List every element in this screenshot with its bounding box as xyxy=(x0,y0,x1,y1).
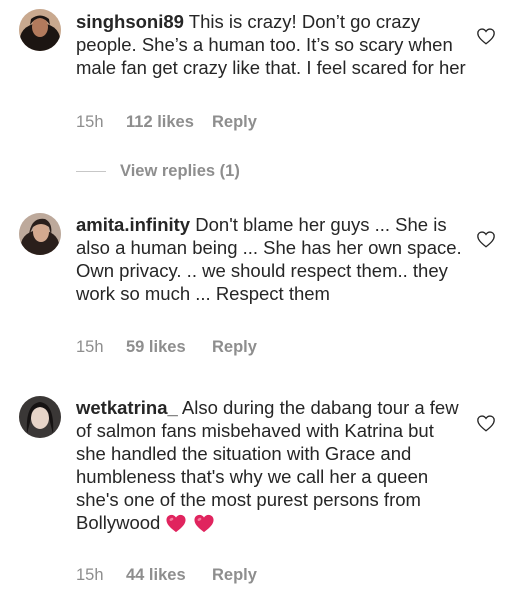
avatar[interactable] xyxy=(19,396,61,438)
avatar-image xyxy=(19,396,61,438)
comment-body: wetkatrina_ Also during the dabang tour … xyxy=(76,396,468,534)
comment-time: 15h xyxy=(76,338,104,356)
avatar[interactable] xyxy=(19,9,61,51)
comment-meta: 15h 59 likes Reply xyxy=(76,338,257,357)
comment-likes[interactable]: 112 likes xyxy=(126,113,212,132)
comment-meta: 15h 44 likes Reply xyxy=(76,566,257,585)
comment-time: 15h xyxy=(76,113,104,131)
view-replies-button[interactable]: View replies (1) xyxy=(76,162,240,181)
reply-button[interactable]: Reply xyxy=(212,566,257,585)
comment-likes[interactable]: 44 likes xyxy=(126,566,212,585)
avatar-image xyxy=(19,213,61,255)
red-heart-icon xyxy=(165,513,187,533)
reply-button[interactable]: Reply xyxy=(212,113,257,132)
comment-meta: 15h 112 likes Reply xyxy=(76,113,257,132)
divider-line xyxy=(76,171,106,172)
red-heart-icon xyxy=(193,513,215,533)
comment-body: singhsoni89 This is crazy! Don’t go craz… xyxy=(76,10,468,79)
comment-likes[interactable]: 59 likes xyxy=(126,338,212,357)
avatar-image xyxy=(19,9,61,51)
avatar[interactable] xyxy=(19,213,61,255)
comment-body: amita.infinity Don't blame her guys ... … xyxy=(76,213,468,305)
like-heart-icon[interactable] xyxy=(476,230,496,248)
comment-username[interactable]: amita.infinity xyxy=(76,214,190,235)
comment-username[interactable]: wetkatrina_ xyxy=(76,397,178,418)
comment-time: 15h xyxy=(76,566,104,584)
like-heart-icon[interactable] xyxy=(476,27,496,45)
view-replies-label[interactable]: View replies (1) xyxy=(120,162,240,181)
comment-username[interactable]: singhsoni89 xyxy=(76,11,184,32)
like-heart-icon[interactable] xyxy=(476,414,496,432)
reply-button[interactable]: Reply xyxy=(212,338,257,357)
